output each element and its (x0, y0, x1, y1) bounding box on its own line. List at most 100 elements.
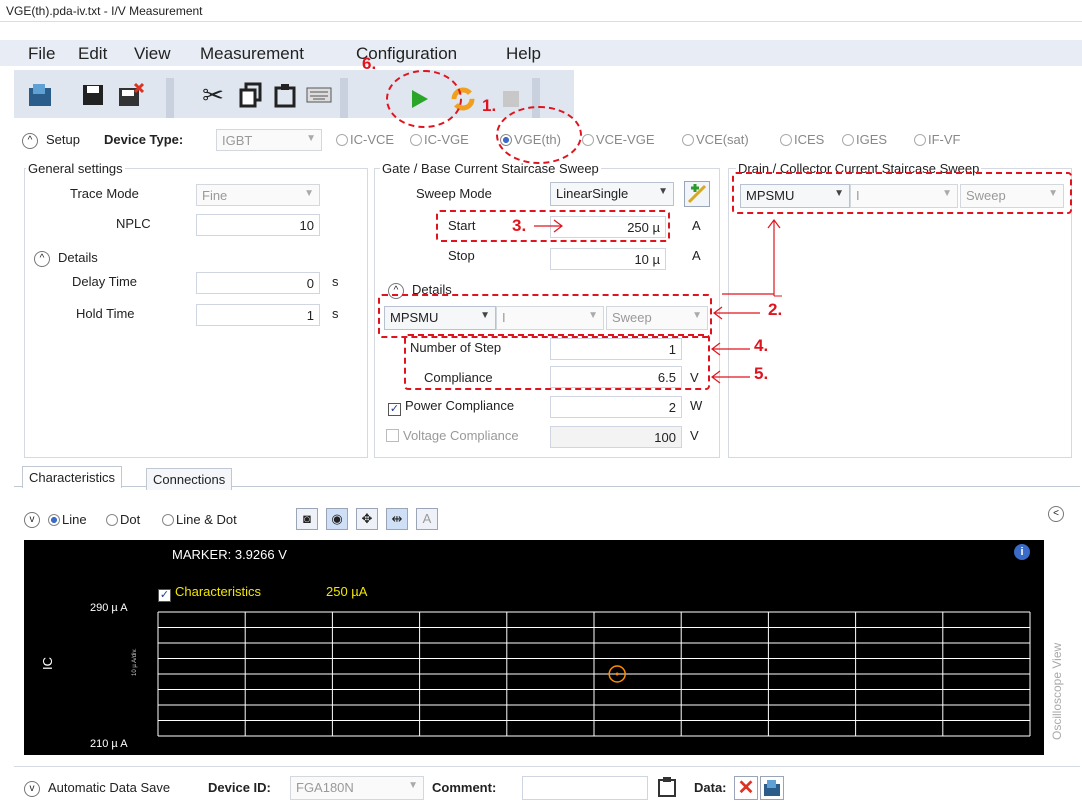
annotation-drain-line (722, 293, 774, 295)
comment-input[interactable] (522, 776, 648, 800)
side-collapse-icon[interactable]: < (1048, 504, 1064, 522)
stop-unit: A (692, 248, 701, 263)
stop-input[interactable]: 10 µ (550, 248, 666, 270)
y-axis-top: 290 µ A (90, 602, 128, 614)
swap-icon[interactable] (684, 181, 710, 207)
nplc-input[interactable]: 10 (196, 214, 320, 236)
annotation-mode-circle (496, 106, 582, 164)
mode-vce-vge-radio[interactable]: VCE-VGE (582, 132, 655, 147)
menu-help[interactable]: Help (506, 44, 541, 64)
mode-ic-vce-radio[interactable]: IC-VCE (336, 132, 394, 147)
save-icon[interactable] (78, 80, 108, 110)
paste-icon[interactable] (270, 80, 300, 110)
annotation-drain-box (732, 172, 1072, 214)
y-axis-div: 10 µ A/div. (132, 648, 138, 676)
delay-time-input[interactable]: 0 (196, 272, 320, 294)
mode-vce-sat-radio[interactable]: VCE(sat) (682, 132, 749, 147)
menu-edit[interactable]: Edit (78, 44, 107, 64)
trace-mode-label: Trace Mode (70, 186, 139, 201)
fit-icon[interactable]: ⇹ (386, 508, 408, 530)
keyboard-icon[interactable] (304, 80, 334, 110)
mode-if-vf-radio[interactable]: IF-VF (914, 132, 961, 147)
voltage-compliance-checkbox[interactable]: Voltage Compliance (386, 428, 552, 443)
marker-icon[interactable]: ◉ (326, 508, 348, 530)
hold-time-input[interactable]: 1 (196, 304, 320, 326)
camera-icon[interactable]: ◙ (296, 508, 318, 530)
menu-measurement[interactable]: Measurement (200, 44, 304, 64)
toolbar-grip[interactable] (340, 78, 348, 118)
power-compliance-unit: W (690, 398, 703, 413)
auto-save-label: Automatic Data Save (48, 780, 171, 795)
annotation-3-arrow (534, 219, 563, 233)
nplc-label: NPLC (116, 216, 151, 231)
annotation-run-circle (386, 70, 462, 128)
device-id-dropdown[interactable]: FGA180N ▼ (290, 776, 424, 800)
annotation-4-arrow (711, 342, 750, 356)
line-radio[interactable]: Line (48, 512, 87, 527)
details-collapse-icon[interactable]: ^ (34, 249, 50, 267)
window-title: VGE(th).pda-iv.txt - I/V Measurement (6, 4, 203, 18)
delay-time-unit: s (332, 274, 339, 289)
open-data-icon[interactable] (760, 776, 784, 800)
toolbar-grip[interactable] (166, 78, 174, 118)
gate-sweep-title: Gate / Base Current Staircase Sweep (380, 161, 601, 176)
mode-ic-vge-radio[interactable]: IC-VGE (410, 132, 496, 147)
annotation-4: 4. (754, 336, 769, 355)
hold-time-label: Hold Time (76, 306, 135, 321)
copy-icon[interactable] (236, 80, 266, 110)
comment-label: Comment: (432, 780, 497, 795)
annotation-5: 5. (754, 364, 769, 383)
cut-icon[interactable]: ✂ (198, 80, 228, 110)
setup-collapse-icon[interactable]: ^ (22, 131, 38, 149)
menu-file[interactable]: File (28, 44, 55, 64)
x-axis-division: 100 m V/div. (540, 761, 601, 773)
open-folder-icon[interactable] (26, 80, 56, 110)
title-bar: VGE(th).pda-iv.txt - I/V Measurement (0, 0, 1082, 22)
power-compliance-checkbox[interactable]: ✓ Power Compliance (388, 398, 514, 416)
start-unit: A (692, 218, 701, 233)
pan-icon[interactable]: ✥ (356, 508, 378, 530)
sweep-mode-label: Sweep Mode (416, 186, 492, 201)
annotation-1: 1. (482, 96, 497, 115)
trace-mode-dropdown[interactable]: Fine ▼ (196, 184, 320, 206)
annotation-2-arrow (713, 306, 760, 320)
plot-svg (157, 611, 1031, 737)
text-icon[interactable]: A (416, 508, 438, 530)
oscilloscope-view-tab[interactable]: Oscilloscope View (1050, 643, 1064, 740)
hold-time-unit: s (332, 306, 339, 321)
x-axis-right: 4.4 V (968, 761, 997, 773)
auto-save-collapse-icon[interactable]: v (24, 779, 40, 797)
tab-characteristics[interactable]: Characteristics (22, 466, 122, 488)
save-close-icon[interactable] (116, 80, 146, 110)
x-axis-left: 3.4 V (166, 761, 195, 773)
device-type-label: Device Type: (104, 132, 184, 147)
device-id-label: Device ID: (208, 780, 271, 795)
general-settings-title: General settings (26, 161, 125, 176)
mode-iges-radio[interactable]: IGES (842, 132, 887, 147)
annotation-3: 3. (512, 216, 527, 235)
annotation-2: 2. (768, 300, 783, 319)
menu-view[interactable]: View (134, 44, 171, 64)
tab-connections[interactable]: Connections (146, 468, 233, 490)
annotation-5-arrow (711, 370, 750, 384)
delete-data-icon[interactable]: ✕ (734, 776, 758, 800)
stop-label: Stop (448, 248, 475, 263)
footer-divider (14, 766, 1080, 767)
line-dot-radio[interactable]: Line & Dot (162, 512, 237, 527)
annotation-step-compliance-box (404, 334, 710, 390)
marker-readout: MARKER: 3.9266 V (172, 547, 287, 562)
device-type-dropdown[interactable]: IGBT ▼ (216, 129, 322, 151)
voltage-compliance-input[interactable]: 100 (550, 426, 682, 448)
paste-comment-icon[interactable] (656, 776, 678, 798)
dot-radio[interactable]: Dot (106, 512, 140, 527)
sweep-mode-dropdown[interactable]: LinearSingle ▼ (550, 182, 674, 206)
chart-collapse-icon[interactable]: v (24, 510, 40, 528)
setup-label: Setup (46, 132, 80, 147)
legend-characteristics[interactable]: ✓ Characteristics (158, 584, 261, 602)
power-compliance-input[interactable]: 2 (550, 396, 682, 418)
info-icon[interactable]: i (1014, 544, 1030, 560)
annotation-gate-smu-box (378, 294, 712, 338)
data-point-center (615, 672, 619, 676)
mode-ices-radio[interactable]: ICES (780, 132, 824, 147)
data-label: Data: (694, 780, 727, 795)
